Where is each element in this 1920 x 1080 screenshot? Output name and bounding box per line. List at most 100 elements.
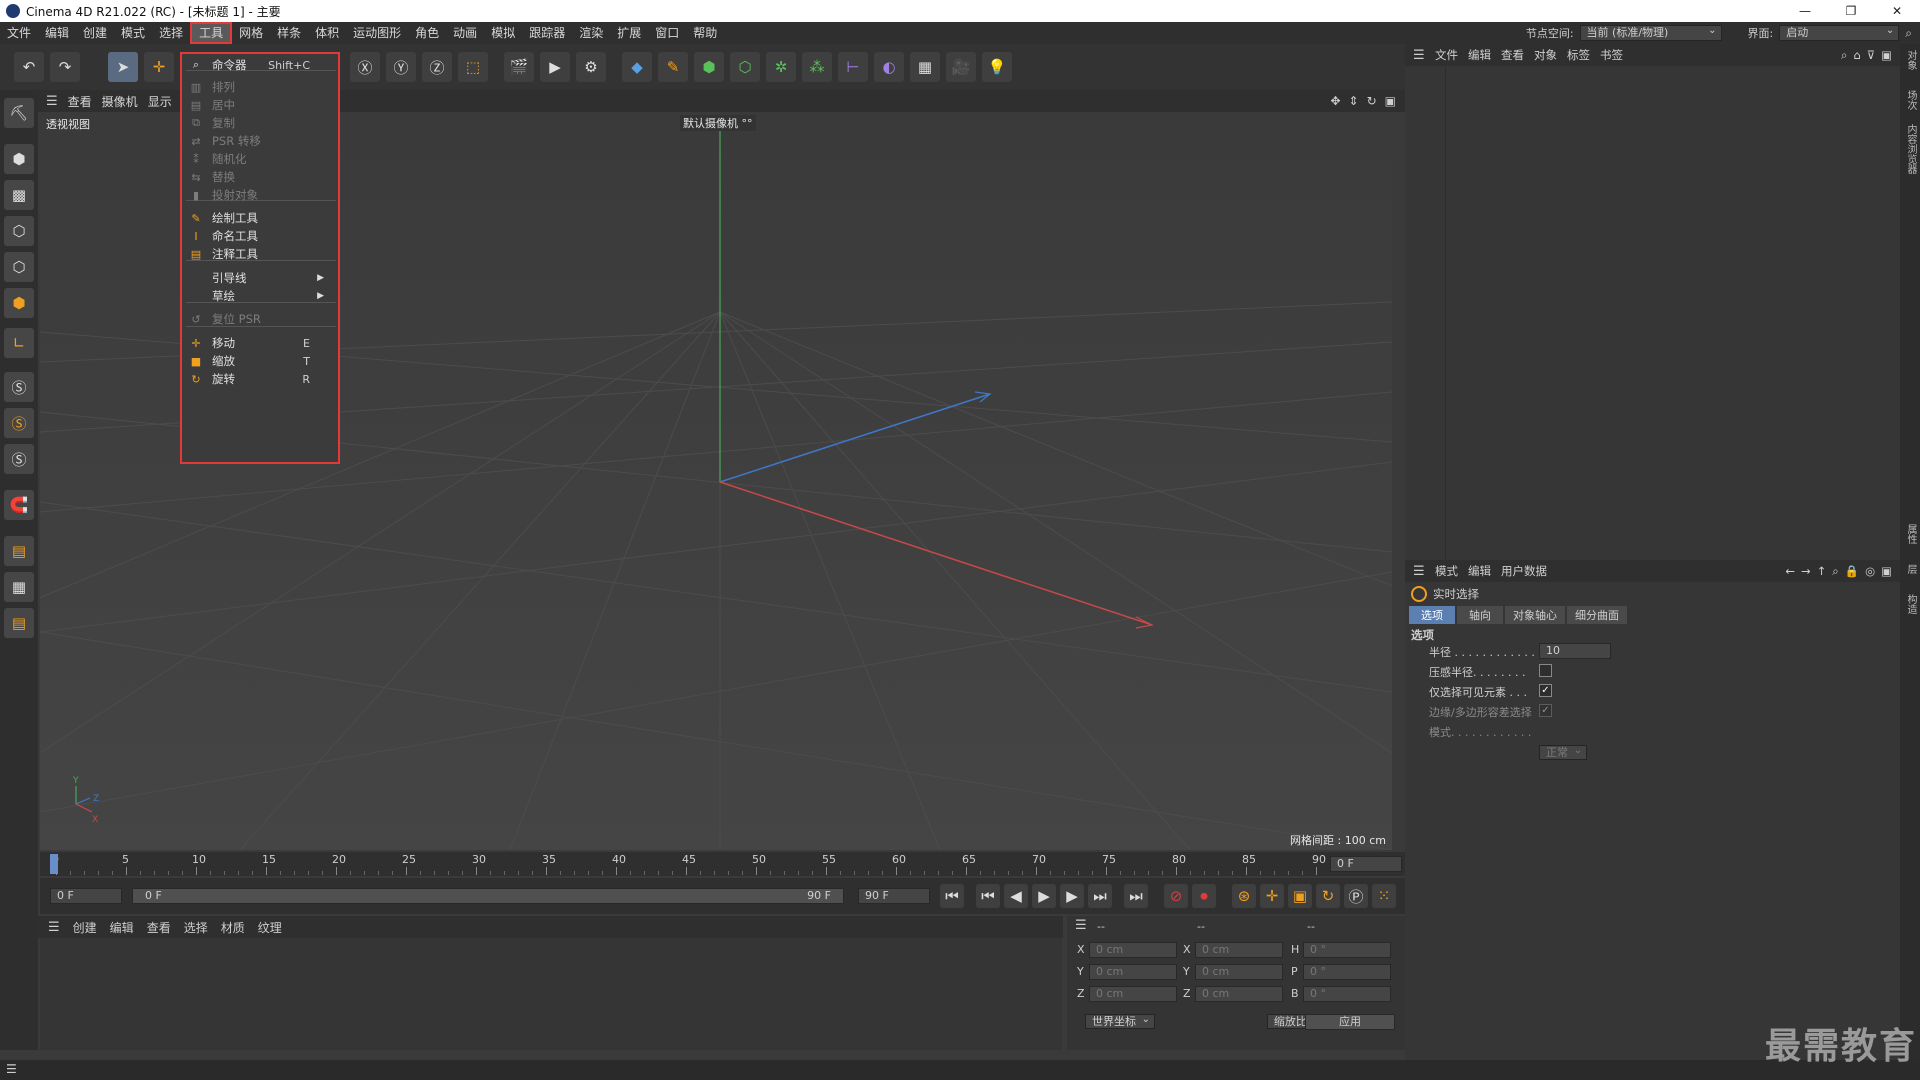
coord-pos-field[interactable]: 0 cm	[1089, 986, 1177, 1002]
deformer-button[interactable]: ⊢	[838, 52, 868, 82]
object-menu-object[interactable]: 对象	[1534, 47, 1557, 63]
object-menu-edit[interactable]: 编辑	[1468, 47, 1491, 63]
field-button[interactable]: ◐	[874, 52, 904, 82]
go-to-end-button[interactable]: ⏭	[1124, 884, 1148, 908]
menu-item-9[interactable]: 运动图形	[346, 22, 408, 44]
side-tab-5[interactable]: 构造	[1903, 594, 1918, 614]
solo-button[interactable]: Ⓢ	[4, 372, 34, 402]
coord-size-field[interactable]: 0 cm	[1195, 986, 1283, 1002]
minimize-button[interactable]: —	[1782, 0, 1828, 22]
side-tab-2[interactable]: 内容浏览器	[1903, 124, 1918, 174]
menu-item-14[interactable]: 渲染	[572, 22, 610, 44]
attribute-checkbox[interactable]	[1539, 664, 1552, 677]
timeline-playhead[interactable]	[50, 854, 58, 874]
menu-item-5[interactable]: 工具	[190, 22, 233, 44]
menu-item-17[interactable]: 帮助	[686, 22, 724, 44]
polygons-mode-button[interactable]: ⬢	[4, 288, 34, 318]
solo-hierarchy-button[interactable]: Ⓢ	[4, 408, 34, 438]
material-menu-create[interactable]: 创建	[73, 919, 97, 936]
play-button[interactable]: ▶	[1032, 884, 1056, 908]
record-scale-button[interactable]: ▣	[1288, 884, 1312, 908]
menu-item-10[interactable]: 角色	[408, 22, 446, 44]
radius-field[interactable]: 10	[1539, 643, 1611, 659]
material-menu-texture[interactable]: 纹理	[258, 919, 282, 936]
maximize-view-icon[interactable]: ▣	[1385, 94, 1396, 108]
status-menu-icon[interactable]: ☰	[6, 1062, 17, 1076]
end-frame-field[interactable]: 90 F	[858, 888, 930, 904]
menu-item-7[interactable]: 样条	[270, 22, 308, 44]
pan-view-icon[interactable]: ✥	[1330, 94, 1340, 108]
coordinate-system-select[interactable]: 世界坐标	[1085, 1014, 1155, 1029]
menu-item-2[interactable]: 创建	[76, 22, 114, 44]
menu-item-1[interactable]: 编辑	[38, 22, 76, 44]
cube-object-button[interactable]: ◆	[622, 52, 652, 82]
coord-size-field[interactable]: 0 cm	[1195, 942, 1283, 958]
material-menu-view[interactable]: 查看	[147, 919, 171, 936]
previous-key-button[interactable]: ⏮	[976, 884, 1000, 908]
select-tool-button[interactable]: ➤	[108, 52, 138, 82]
side-tab-3[interactable]: 属性	[1903, 524, 1918, 544]
range-slider[interactable]: 0 F 90 F	[132, 888, 844, 904]
record-position-button[interactable]: ✛	[1260, 884, 1284, 908]
object-list-area[interactable]	[1405, 66, 1900, 560]
menu-item-11[interactable]: 动画	[446, 22, 484, 44]
light-button[interactable]: 💡	[982, 52, 1012, 82]
cloner-button[interactable]: ✲	[766, 52, 796, 82]
tools-menu-item[interactable]: ↻ 旋转 R	[182, 368, 338, 390]
new-window-icon[interactable]: ▣	[1881, 48, 1892, 63]
mode-select[interactable]: 正常	[1539, 745, 1587, 760]
attribute-menu-edit[interactable]: 编辑	[1468, 563, 1491, 579]
coord-pos-field[interactable]: 0 cm	[1089, 942, 1177, 958]
attribute-menu-icon[interactable]: ☰	[1413, 564, 1425, 579]
points-mode-button[interactable]: ⬡	[4, 216, 34, 246]
autokeying-button[interactable]: ⏺	[1192, 884, 1216, 908]
material-menu-icon[interactable]: ☰	[48, 920, 60, 935]
record-rotation-button[interactable]: ↻	[1316, 884, 1340, 908]
keyframe-selection-button[interactable]: ⊛	[1232, 884, 1256, 908]
object-menu-tags[interactable]: 标签	[1567, 47, 1590, 63]
rotate-view-icon[interactable]: ↻	[1367, 94, 1377, 108]
side-tab-0[interactable]: 对象	[1903, 50, 1918, 70]
workplane-button[interactable]: ▤	[4, 536, 34, 566]
material-list-area[interactable]	[40, 938, 1062, 1050]
material-menu-material[interactable]: 材质	[221, 919, 245, 936]
viewport-menu-icon[interactable]: ☰	[46, 94, 58, 109]
object-menu-bookmarks[interactable]: 书签	[1600, 47, 1623, 63]
apply-button[interactable]: 应用	[1305, 1014, 1395, 1030]
viewport-menu-camera[interactable]: 摄像机	[102, 93, 138, 110]
tolerant-selection-checkbox[interactable]: ✓	[1539, 704, 1552, 717]
coord-rot-field[interactable]: 0 °	[1303, 964, 1391, 980]
render-picture-viewer-button[interactable]: ▶	[540, 52, 570, 82]
z-axis-lock-button[interactable]: Ⓩ	[422, 52, 452, 82]
undo-button[interactable]: ↶	[14, 52, 44, 82]
object-menu-icon[interactable]: ☰	[1413, 48, 1425, 63]
timeline-ruler[interactable]: 051015202530354045505560657075808590 0 F	[40, 852, 1405, 876]
object-menu-view[interactable]: 查看	[1501, 47, 1524, 63]
planar-workplane-button[interactable]: ▤	[4, 608, 34, 638]
spline-pen-button[interactable]: ✎	[658, 52, 688, 82]
coord-rot-field[interactable]: 0 °	[1303, 942, 1391, 958]
viewport-menu-view[interactable]: 查看	[68, 93, 92, 110]
lock-icon[interactable]: 🔒	[1845, 564, 1859, 579]
tab-object-axis[interactable]: 对象轴心	[1505, 606, 1565, 624]
texture-mode-button[interactable]: ▩	[4, 180, 34, 210]
mograph-button[interactable]: ⁂	[802, 52, 832, 82]
edges-mode-button[interactable]: ⬡	[4, 252, 34, 282]
model-mode-button[interactable]: ⬢	[4, 144, 34, 174]
node-space-select[interactable]: 当前 (标准/物理)	[1579, 24, 1722, 41]
render-view-button[interactable]: 🎬	[504, 52, 534, 82]
coord-pos-field[interactable]: 0 cm	[1089, 964, 1177, 980]
search-icon[interactable]: ⌕	[1841, 48, 1847, 63]
up-arrow-icon[interactable]: ↑	[1817, 564, 1827, 579]
start-frame-field[interactable]: 0 F	[50, 888, 122, 904]
forward-arrow-icon[interactable]: →	[1801, 564, 1811, 579]
menu-item-15[interactable]: 扩展	[610, 22, 648, 44]
previous-frame-button[interactable]: ◀	[1004, 884, 1028, 908]
attribute-menu-mode[interactable]: 模式	[1435, 563, 1458, 579]
redo-button[interactable]: ↷	[50, 52, 80, 82]
tab-subdivision-surface[interactable]: 细分曲面	[1567, 606, 1627, 624]
next-key-button[interactable]: ⏭	[1088, 884, 1112, 908]
layout-select[interactable]: 启动	[1779, 24, 1900, 41]
side-tab-4[interactable]: 层	[1903, 564, 1918, 574]
material-menu-select[interactable]: 选择	[184, 919, 208, 936]
